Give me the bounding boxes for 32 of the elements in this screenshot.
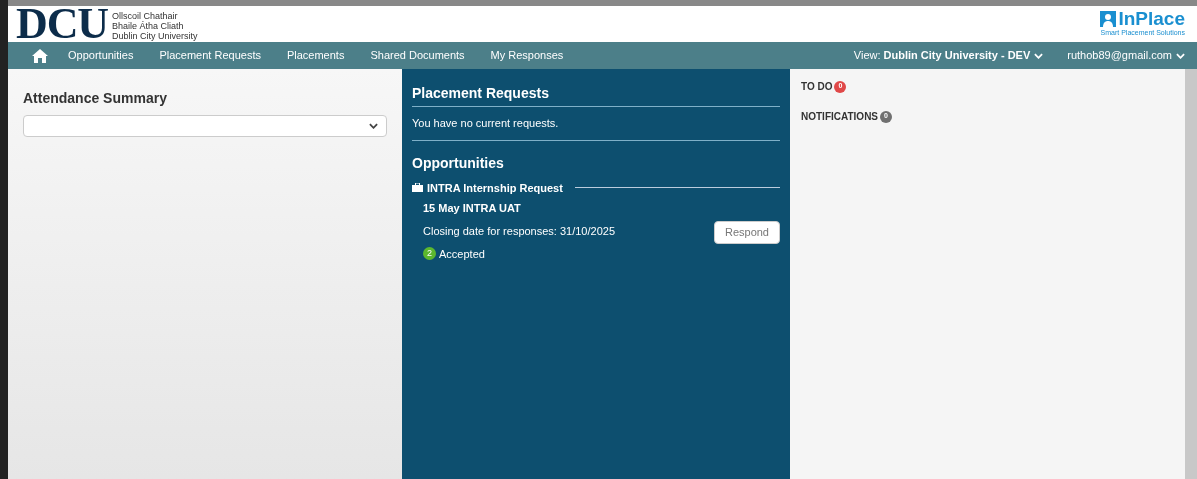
group-title: INTRA Internship Request	[427, 180, 563, 196]
view-selector[interactable]: View: Dublin City University - DEV	[853, 47, 1044, 64]
status-label: Accepted	[439, 246, 485, 262]
section-title: Opportunities	[412, 153, 505, 173]
section-label: NOTIFICATIONS	[801, 110, 879, 124]
nav-link[interactable]: Placements	[286, 47, 345, 64]
opportunity-name: 15 May INTRA UAT	[423, 201, 522, 216]
university-name-line: Ollscoil Chathair	[112, 11, 179, 21]
nav-link[interactable]: Shared Documents	[370, 47, 465, 64]
person-icon	[1100, 10, 1117, 27]
section-label: TO DO	[801, 80, 833, 94]
info-message: You have no current requests.	[412, 107, 780, 141]
briefcase-icon	[412, 183, 423, 193]
scrollbar[interactable]	[1185, 69, 1197, 479]
home-icon[interactable]	[32, 48, 48, 63]
user-menu[interactable]: ruthob89@gmail.com	[1067, 47, 1185, 64]
dropdown-field[interactable]	[23, 115, 387, 137]
university-name-line: Dublin City University	[112, 31, 198, 41]
count-badge: 2	[423, 247, 436, 261]
nav-link[interactable]: Opportunities	[68, 47, 134, 64]
brand-logo: InPlace	[1118, 9, 1185, 28]
respond-button[interactable]: Respond	[713, 220, 780, 244]
university-logo: DCU	[16, 7, 109, 41]
section-title: Placement Requests	[412, 83, 780, 107]
closing-date: Closing date for responses: 31/10/2025	[423, 223, 616, 239]
nav-link[interactable]: My Responses	[490, 47, 564, 64]
panel-title: Attendance Summary	[23, 89, 168, 108]
chevron-down-icon	[369, 123, 378, 129]
nav-link[interactable]: Placement Requests	[159, 47, 261, 64]
chevron-down-icon	[1034, 52, 1044, 59]
university-name-line: Bhaile Átha Cliath	[112, 21, 185, 31]
chevron-down-icon	[1176, 52, 1185, 59]
